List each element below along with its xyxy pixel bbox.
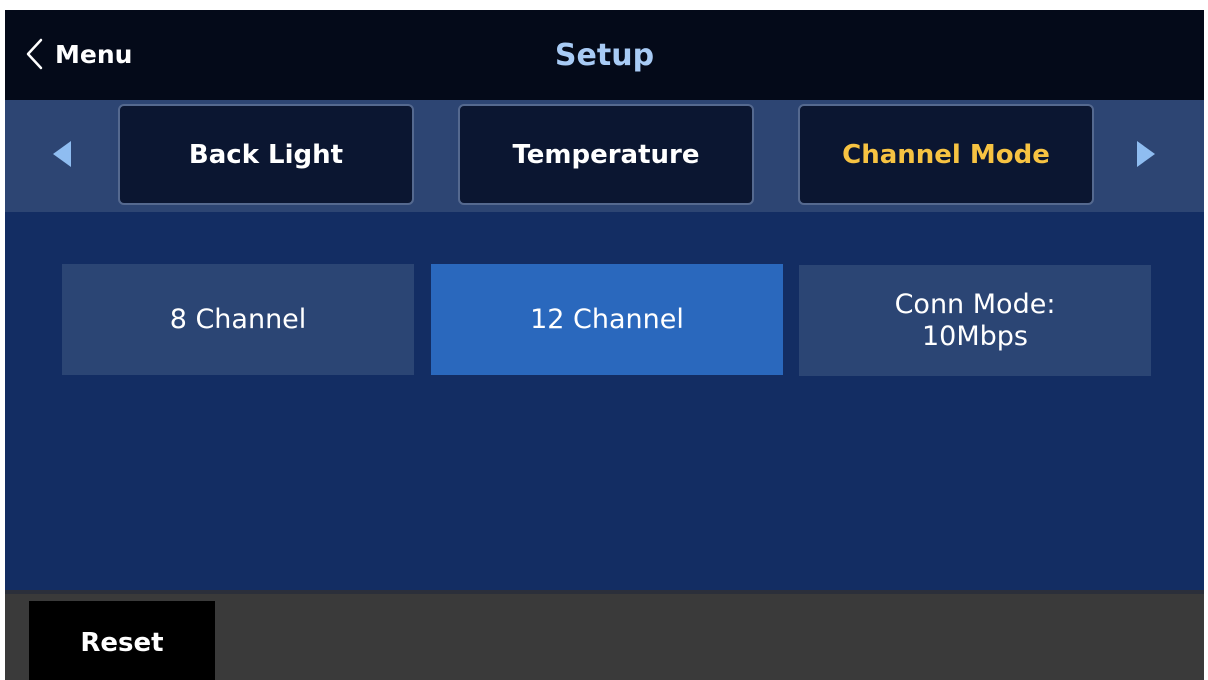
tab-back-light[interactable]: Back Light [118, 104, 414, 205]
reset-button[interactable]: Reset [29, 601, 215, 680]
tab-channel-mode[interactable]: Channel Mode [798, 104, 1094, 205]
option-value: 10Mbps [922, 320, 1028, 352]
triangle-left-icon [52, 140, 72, 172]
option-label: 8 Channel [169, 303, 307, 335]
tab-temperature[interactable]: Temperature [458, 104, 754, 205]
option-conn-mode[interactable]: Conn Mode: 10Mbps [799, 265, 1151, 376]
page-title: Setup [554, 38, 655, 73]
option-12-channel[interactable]: 12 Channel [431, 264, 783, 375]
footer-bar: Reset [5, 590, 1204, 680]
option-label: Conn Mode: [894, 288, 1056, 320]
option-8-channel[interactable]: 8 Channel [62, 264, 414, 375]
triangle-right-icon [1136, 140, 1156, 172]
next-tab-button[interactable] [1106, 100, 1186, 212]
setup-screen: Menu Setup Back Light Temperature Channe… [5, 10, 1204, 680]
tab-bar: Back Light Temperature Channel Mode [5, 100, 1204, 212]
header-bar: Menu Setup [5, 10, 1204, 100]
previous-tab-button[interactable] [22, 100, 102, 212]
option-label: 12 Channel [530, 303, 684, 335]
